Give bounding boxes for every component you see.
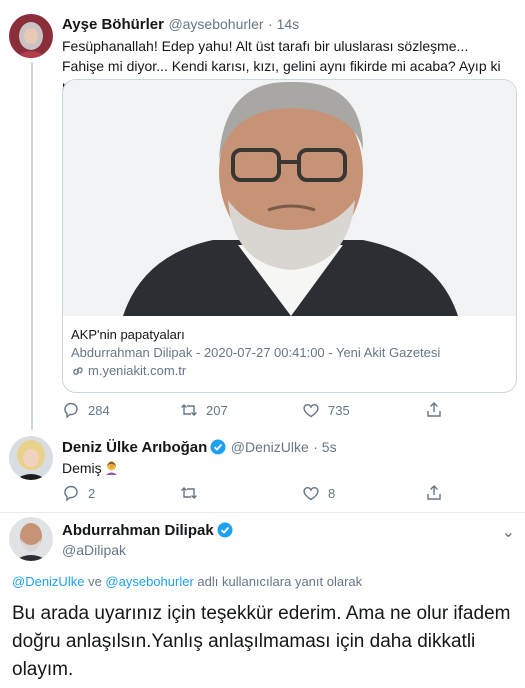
tweet1-actions: 284 207 735 [62, 401, 462, 421]
tweet1-author-name[interactable]: Ayşe Böhürler [62, 16, 164, 33]
card-title: AKP'nin papatyaları [71, 327, 185, 342]
share-button[interactable] [425, 401, 451, 419]
like-button[interactable]: 735 [302, 401, 350, 419]
avatar-denizulke[interactable] [9, 436, 53, 480]
tweet1-time[interactable]: · 14s [268, 16, 299, 32]
tweet1-author-handle[interactable]: @aysebohurler [168, 16, 263, 32]
tweet2-author-handle[interactable]: @DenizUlke [231, 439, 309, 455]
retweet-icon [181, 404, 197, 416]
tweet3-author-name[interactable]: Abdurrahman Dilipak [62, 522, 214, 539]
verified-icon [210, 439, 226, 455]
like-count: 8 [328, 485, 336, 501]
share-button[interactable] [425, 484, 451, 502]
like-count: 735 [328, 402, 350, 418]
reply-count: 2 [88, 485, 96, 501]
reply-and: ve [84, 574, 106, 589]
card-image [63, 80, 516, 316]
reply-button[interactable]: 284 [62, 401, 110, 419]
like-icon [303, 486, 319, 501]
tweet3-author-handle[interactable]: @aDilipak [62, 542, 126, 558]
card-link: m.yeniakit.com.tr [71, 362, 508, 380]
woman-facepalming-emoji [105, 461, 117, 475]
tweet3-text: Bu arada uyarınız için teşekkür ederim. … [12, 603, 511, 680]
reply-count: 284 [88, 402, 110, 418]
reply-suffix: adlı kullanıcılara yanıt olarak [193, 574, 363, 589]
card-domain: m.yeniakit.com.tr [88, 363, 187, 378]
more-icon[interactable]: ⌄ [502, 522, 515, 542]
retweet-button[interactable] [180, 484, 206, 502]
reply-button[interactable]: 2 [62, 484, 95, 502]
retweet-icon [181, 487, 197, 499]
verified-icon [217, 522, 233, 538]
reply-context: @DenizUlke ve @aysebohurler adlı kullanı… [12, 574, 362, 589]
tweet1-header: Ayşe Böhürler @aysebohurler · 14s [62, 15, 299, 34]
reply-icon [64, 485, 78, 502]
card-description: Abdurrahman Dilipak - 2020-07-27 00:41:0… [71, 345, 441, 360]
link-icon [73, 367, 83, 375]
share-icon [427, 485, 441, 500]
tweet2-text-wrap: Demiş [62, 458, 119, 478]
avatar-aysebohurler[interactable] [9, 14, 53, 58]
thread-line [31, 62, 33, 430]
avatar-adilipak[interactable] [9, 517, 53, 561]
tweet2-text: Demiş [62, 460, 102, 476]
tweet3-header: Abdurrahman Dilipak [62, 522, 233, 540]
tweet3-handle-row: @aDilipak [62, 541, 126, 560]
like-button[interactable]: 8 [302, 484, 335, 502]
card-body: AKP'nin papatyaları Abdurrahman Dilipak … [71, 326, 508, 380]
reply-icon [64, 402, 78, 419]
mention-aysebohurler[interactable]: @aysebohurler [105, 574, 193, 589]
share-icon [427, 402, 441, 417]
like-icon [303, 403, 319, 418]
tweet2-author-name[interactable]: Deniz Ülke Arıboğan [62, 439, 207, 456]
retweet-button[interactable]: 207 [180, 401, 228, 419]
mention-denizulke[interactable]: @DenizUlke [12, 574, 84, 589]
link-card[interactable]: AKP'nin papatyaları Abdurrahman Dilipak … [62, 79, 517, 393]
tweet2-actions: 2 8 [62, 484, 462, 504]
tweet2-header: Deniz Ülke Arıboğan @DenizUlke · 5s [62, 438, 337, 457]
retweet-count: 207 [206, 402, 228, 418]
tweet2-time[interactable]: · 5s [313, 439, 336, 455]
tweet-separator [0, 512, 525, 513]
